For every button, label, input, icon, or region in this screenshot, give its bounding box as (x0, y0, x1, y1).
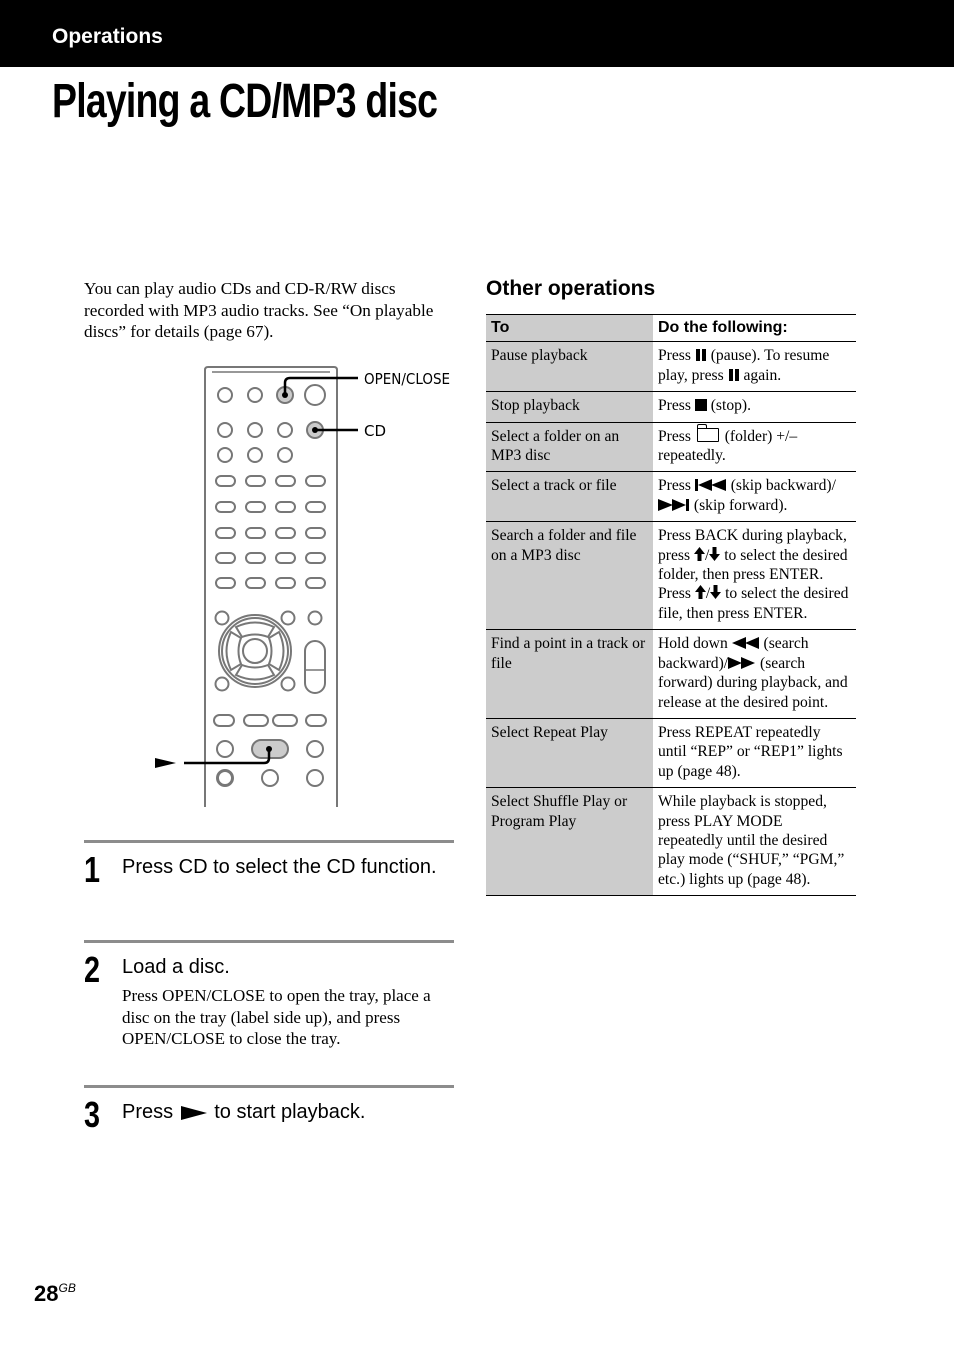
step-heading-after: to start playback. (214, 1101, 366, 1123)
table-row: Pause playback Press (pause). To resume … (486, 341, 856, 393)
table-row: Stop playback Press (stop). (486, 391, 856, 423)
table-row: Select a track or file Press (skip backw… (486, 471, 856, 523)
up-arrow-icon (693, 546, 705, 561)
row-instruction: Press (folder) +/– repeatedly. (653, 422, 856, 473)
page-number: 28GB (34, 1281, 76, 1306)
step-body: Press OPEN/CLOSE to open the tray, place… (122, 986, 431, 1048)
row-action: Stop playback (486, 391, 653, 423)
up-arrow-icon (694, 585, 706, 600)
step-number: 2 (84, 949, 101, 990)
step-number: 1 (84, 849, 101, 890)
play-marker-icon (155, 758, 176, 768)
page-title: Playing a CD/MP3 disc (52, 75, 438, 128)
remote-buttons (213, 384, 327, 787)
pause-icon (695, 349, 706, 362)
table-row: Select Shuffle Play or Program Play Whil… (486, 787, 856, 897)
down-arrow-icon (710, 585, 722, 600)
row-instruction: Press (pause). To resume play, press aga… (653, 341, 856, 393)
search-forward-icon (728, 656, 756, 669)
row-action: Pause playback (486, 341, 653, 393)
row-instruction: Press BACK during playback, press / to s… (653, 521, 856, 631)
intro-paragraph: You can play audio CDs and CD-R/RW discs… (84, 279, 434, 342)
row-instruction: Press REPEAT repeatedly until “REP” or “… (653, 718, 856, 789)
other-operations-title: Other operations (486, 277, 656, 300)
section-header-bar: Operations (0, 0, 954, 67)
other-operations-table: To Do the following: Pause playback Pres… (486, 313, 856, 897)
open-close-callout: OPEN/CLOSE (364, 370, 450, 388)
row-action: Search a folder and file on a MP3 disc (486, 521, 653, 631)
step-2: 2 Load a disc. Press OPEN/CLOSE to open … (84, 940, 454, 1083)
skip-forward-icon (658, 498, 689, 511)
folder-icon (696, 423, 719, 442)
row-action: Select a folder on an MP3 disc (486, 422, 653, 473)
skip-backward-icon (694, 479, 726, 492)
down-arrow-icon (709, 546, 721, 561)
step-heading-before: Press (122, 1101, 174, 1123)
row-action: Select Shuffle Play or Program Play (486, 787, 653, 897)
table-row: Find a point in a track or file Hold dow… (486, 629, 856, 719)
row-action: Find a point in a track or file (486, 629, 653, 719)
stop-icon (694, 399, 707, 412)
step-heading: Load a disc. (122, 956, 230, 978)
page-suffix: GB (58, 1281, 76, 1295)
table-row: Select a folder on an MP3 disc Press (fo… (486, 422, 856, 473)
row-instruction: Press (stop). (653, 391, 856, 423)
step-1: 1 Press CD to select the CD function. (84, 840, 454, 938)
step-3: 3 Press to start playback. (84, 1085, 454, 1148)
table-row: Select Repeat Play Press REPEAT repeated… (486, 718, 856, 789)
play-icon (180, 1105, 207, 1120)
step-heading: Press CD to select the CD function. (122, 856, 437, 878)
column-header-to: To (486, 313, 653, 343)
table-row: Search a folder and file on a MP3 disc P… (486, 521, 856, 631)
section-label: Operations (52, 25, 163, 48)
row-instruction: While playback is stopped, press PLAY MO… (653, 787, 856, 897)
row-instruction: Hold down (search backward)/ (search for… (653, 629, 856, 719)
row-instruction: Press (skip backward)/ (skip forward). (653, 471, 856, 523)
pause-icon (728, 368, 739, 381)
step-number: 3 (84, 1094, 101, 1135)
row-action: Select a track or file (486, 471, 653, 523)
column-header-do: Do the following: (653, 313, 856, 343)
row-action: Select Repeat Play (486, 718, 653, 789)
step-heading: Press to start playback. (122, 1100, 452, 1124)
table-header-row: To Do the following: (486, 313, 856, 343)
cd-callout: CD (364, 422, 386, 440)
search-backward-icon (731, 637, 759, 650)
remote-control-illustration: OPEN/CLOSE CD (155, 366, 450, 807)
